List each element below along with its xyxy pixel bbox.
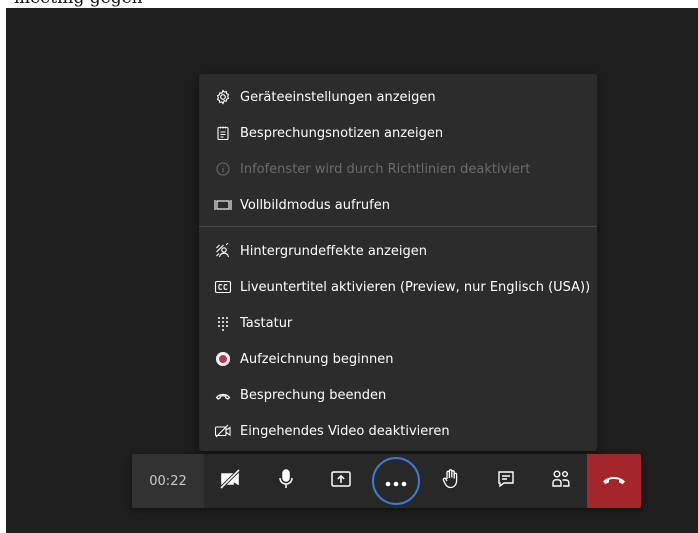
hang-up-button[interactable] [587, 454, 641, 508]
call-controls-toolbar: 00:22 [132, 454, 641, 508]
menu-item-incoming-video-off[interactable]: Eingehendes Video deaktivieren [199, 413, 597, 449]
background-effects-icon [214, 242, 232, 260]
share-screen-icon [330, 469, 352, 493]
background-caption: meeting gegen [14, 0, 143, 8]
menu-item-label: Eingehendes Video deaktivieren [240, 423, 450, 439]
menu-item-label: Liveuntertitel aktivieren (Preview, nur … [240, 279, 591, 295]
raise-hand-button[interactable] [426, 454, 476, 508]
menu-item-label: Tastatur [240, 315, 293, 331]
menu-item-label: Hintergrundeffekte anzeigen [240, 243, 428, 259]
raise-hand-icon [441, 468, 461, 494]
menu-item-label: Besprechungsnotizen anzeigen [240, 125, 444, 141]
microphone-button[interactable] [261, 454, 311, 508]
more-options-icon [385, 472, 407, 491]
camera-off-icon [219, 468, 243, 494]
menu-item-label: Infofenster wird durch Richtlinien deakt… [240, 161, 531, 177]
record-icon [214, 350, 232, 368]
menu-item-live-captions[interactable]: Liveuntertitel aktivieren (Preview, nur … [199, 269, 597, 305]
more-options-button[interactable] [368, 454, 424, 508]
closed-captions-icon [214, 278, 232, 296]
chat-button[interactable] [481, 454, 531, 508]
hang-up-icon [602, 472, 626, 491]
participants-button[interactable] [536, 454, 586, 508]
menu-item-meeting-notes[interactable]: Besprechungsnotizen anzeigen [199, 115, 597, 151]
end-call-icon [214, 386, 232, 404]
menu-item-end-meeting[interactable]: Besprechung beenden [199, 377, 597, 413]
menu-item-start-recording[interactable]: Aufzeichnung beginnen [199, 341, 597, 377]
info-icon [214, 160, 232, 178]
share-screen-button[interactable] [316, 454, 366, 508]
menu-item-background-effects[interactable]: Hintergrundeffekte anzeigen [199, 233, 597, 269]
keypad-icon [214, 314, 232, 332]
notes-icon [214, 124, 232, 142]
menu-divider [199, 226, 597, 227]
gear-icon [214, 88, 232, 106]
call-timer: 00:22 [132, 454, 204, 508]
menu-item-label: Geräteeinstellungen anzeigen [240, 89, 436, 105]
meeting-stage: Geräteeinstellungen anzeigen Besprechung… [6, 8, 698, 533]
microphone-icon [276, 468, 296, 494]
participants-icon [550, 468, 572, 494]
chat-icon [496, 469, 516, 493]
menu-item-device-settings[interactable]: Geräteeinstellungen anzeigen [199, 79, 597, 115]
video-off-icon [214, 422, 232, 440]
menu-item-label: Vollbildmodus aufrufen [240, 197, 390, 213]
menu-item-keypad[interactable]: Tastatur [199, 305, 597, 341]
menu-item-label: Aufzeichnung beginnen [240, 351, 394, 367]
menu-item-info-pane-disabled: Infofenster wird durch Richtlinien deakt… [199, 151, 597, 187]
menu-item-label: Besprechung beenden [240, 387, 387, 403]
camera-toggle-button[interactable] [206, 454, 256, 508]
menu-item-fullscreen[interactable]: Vollbildmodus aufrufen [199, 187, 597, 223]
fullscreen-icon [214, 196, 232, 214]
more-options-menu: Geräteeinstellungen anzeigen Besprechung… [199, 74, 597, 451]
